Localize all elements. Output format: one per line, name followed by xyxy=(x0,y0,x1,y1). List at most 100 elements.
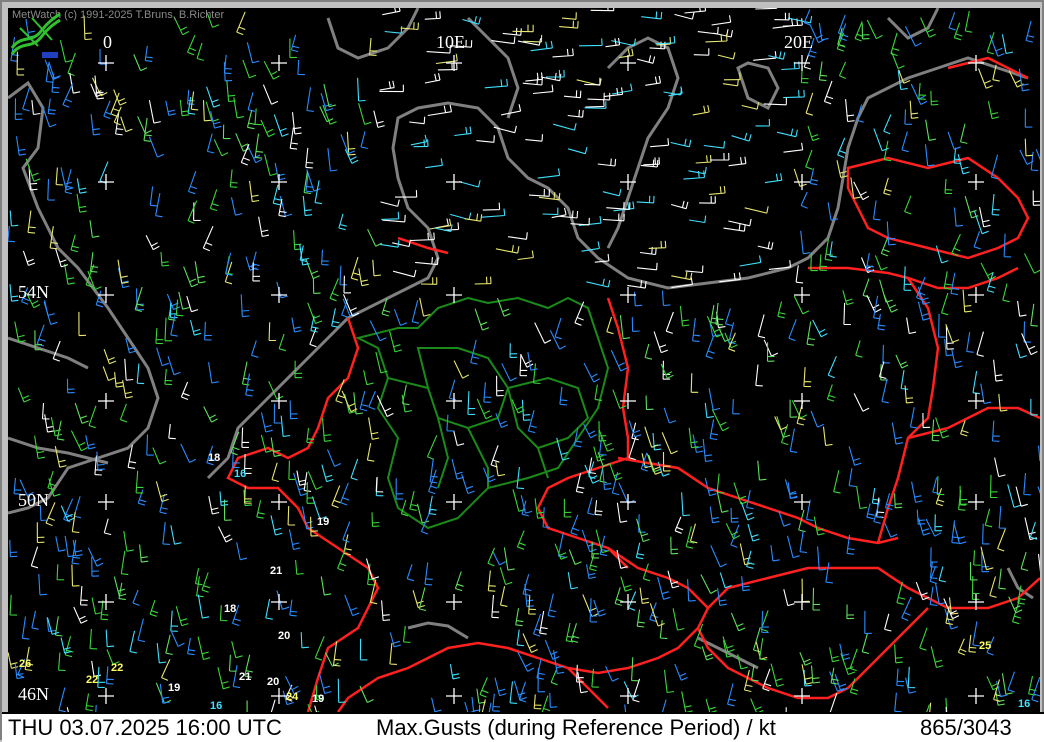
wind-barb xyxy=(800,230,811,255)
wind-barb xyxy=(567,572,579,590)
wind-barb xyxy=(684,8,707,14)
wind-barb xyxy=(389,330,402,353)
grid-cross xyxy=(271,594,287,610)
wind-barb xyxy=(516,629,525,647)
wind-barb xyxy=(818,61,828,82)
wind-barb xyxy=(700,574,717,594)
wind-barb xyxy=(1020,551,1029,572)
wind-barb xyxy=(382,8,401,16)
wind-barb xyxy=(709,419,718,441)
wind-barb xyxy=(246,700,248,712)
wind-barb xyxy=(467,391,476,415)
wind-barb xyxy=(66,378,75,394)
wind-barb xyxy=(703,141,726,149)
wind-barb xyxy=(487,547,496,567)
wind-barb xyxy=(305,147,314,169)
wind-barb xyxy=(806,499,814,522)
wind-barb xyxy=(1023,472,1031,496)
wind-barb xyxy=(894,493,903,509)
wind-barb xyxy=(484,78,509,89)
weather-map[interactable]: MetWatch (c) 1991-2025 T.Bruns, B.Richte… xyxy=(8,8,1040,712)
wind-barb xyxy=(295,559,304,575)
wind-barb xyxy=(537,168,561,179)
wind-barb xyxy=(681,691,693,712)
wind-barb xyxy=(1024,138,1033,157)
wind-barb xyxy=(532,84,554,95)
wind-barb xyxy=(935,245,949,264)
wind-barb xyxy=(297,59,305,76)
wind-barb xyxy=(69,72,81,94)
wind-barb xyxy=(9,539,18,558)
wind-barb xyxy=(838,61,847,80)
grid-label-lon-0: 0 xyxy=(103,32,112,52)
wind-barb xyxy=(730,612,746,632)
station-value: 19 xyxy=(317,516,330,528)
wind-barb xyxy=(554,317,562,340)
wind-barb xyxy=(943,271,952,290)
wind-barb xyxy=(58,652,66,672)
station-value: 21 xyxy=(270,565,283,577)
wind-barb xyxy=(223,54,232,75)
wind-barb xyxy=(553,650,565,675)
grid-cross xyxy=(620,494,636,510)
wind-barb xyxy=(631,657,639,682)
wind-barb xyxy=(644,426,659,448)
wind-barb xyxy=(789,428,798,453)
wind-barb xyxy=(38,573,47,596)
wind-barb xyxy=(960,420,969,437)
wind-barb xyxy=(636,195,655,204)
wind-barb xyxy=(525,72,543,82)
wind-barb xyxy=(357,77,366,102)
wind-barb xyxy=(260,412,273,433)
wind-barb xyxy=(429,458,438,484)
wind-barb xyxy=(938,313,946,338)
wind-barb xyxy=(1007,671,1016,693)
wind-barb xyxy=(160,251,170,267)
wind-barb xyxy=(258,216,270,238)
wind-barb xyxy=(547,593,557,618)
wind-barb xyxy=(740,501,755,521)
station-value: 16 xyxy=(1018,698,1031,710)
wind-barb xyxy=(907,666,916,689)
grid-cross xyxy=(968,688,984,704)
grid-cross xyxy=(271,287,287,303)
wind-barb xyxy=(264,154,277,177)
wind-barb xyxy=(763,339,779,357)
station-value: 18 xyxy=(208,452,221,464)
wind-barb xyxy=(187,200,198,224)
grid-cross xyxy=(620,688,636,704)
wind-barb xyxy=(453,360,470,379)
wind-barb xyxy=(711,408,730,432)
wind-barb xyxy=(537,668,546,693)
wind-barb xyxy=(619,315,631,340)
metwatch-logo-icon xyxy=(10,12,61,58)
wind-barb xyxy=(189,320,202,336)
station-value: 16 xyxy=(210,700,223,712)
wind-barb xyxy=(662,451,671,472)
wind-barb xyxy=(491,594,500,619)
wind-barb xyxy=(15,136,27,156)
wind-barb xyxy=(375,476,384,497)
wind-barb xyxy=(419,297,431,317)
wind-barb xyxy=(329,278,339,302)
wind-barb xyxy=(972,371,980,395)
wind-barb xyxy=(894,692,902,712)
grid-label-lat-46n: 46N xyxy=(18,684,49,704)
wind-barb xyxy=(424,11,441,20)
wind-barb xyxy=(278,333,286,352)
wind-barb xyxy=(379,80,395,91)
station-value: 22 xyxy=(86,674,99,686)
wind-barb xyxy=(661,699,667,712)
wind-barb xyxy=(826,384,836,402)
wind-barb xyxy=(795,265,804,284)
wind-barb xyxy=(723,72,741,81)
wind-barb xyxy=(759,638,767,661)
wind-barb xyxy=(323,83,337,108)
wind-barb xyxy=(636,609,645,628)
wind-barb xyxy=(515,608,524,627)
wind-barb xyxy=(166,293,181,311)
wind-barb xyxy=(209,189,219,212)
wind-barb xyxy=(768,51,786,60)
wind-barb xyxy=(1024,253,1040,274)
wind-barb xyxy=(766,342,775,362)
